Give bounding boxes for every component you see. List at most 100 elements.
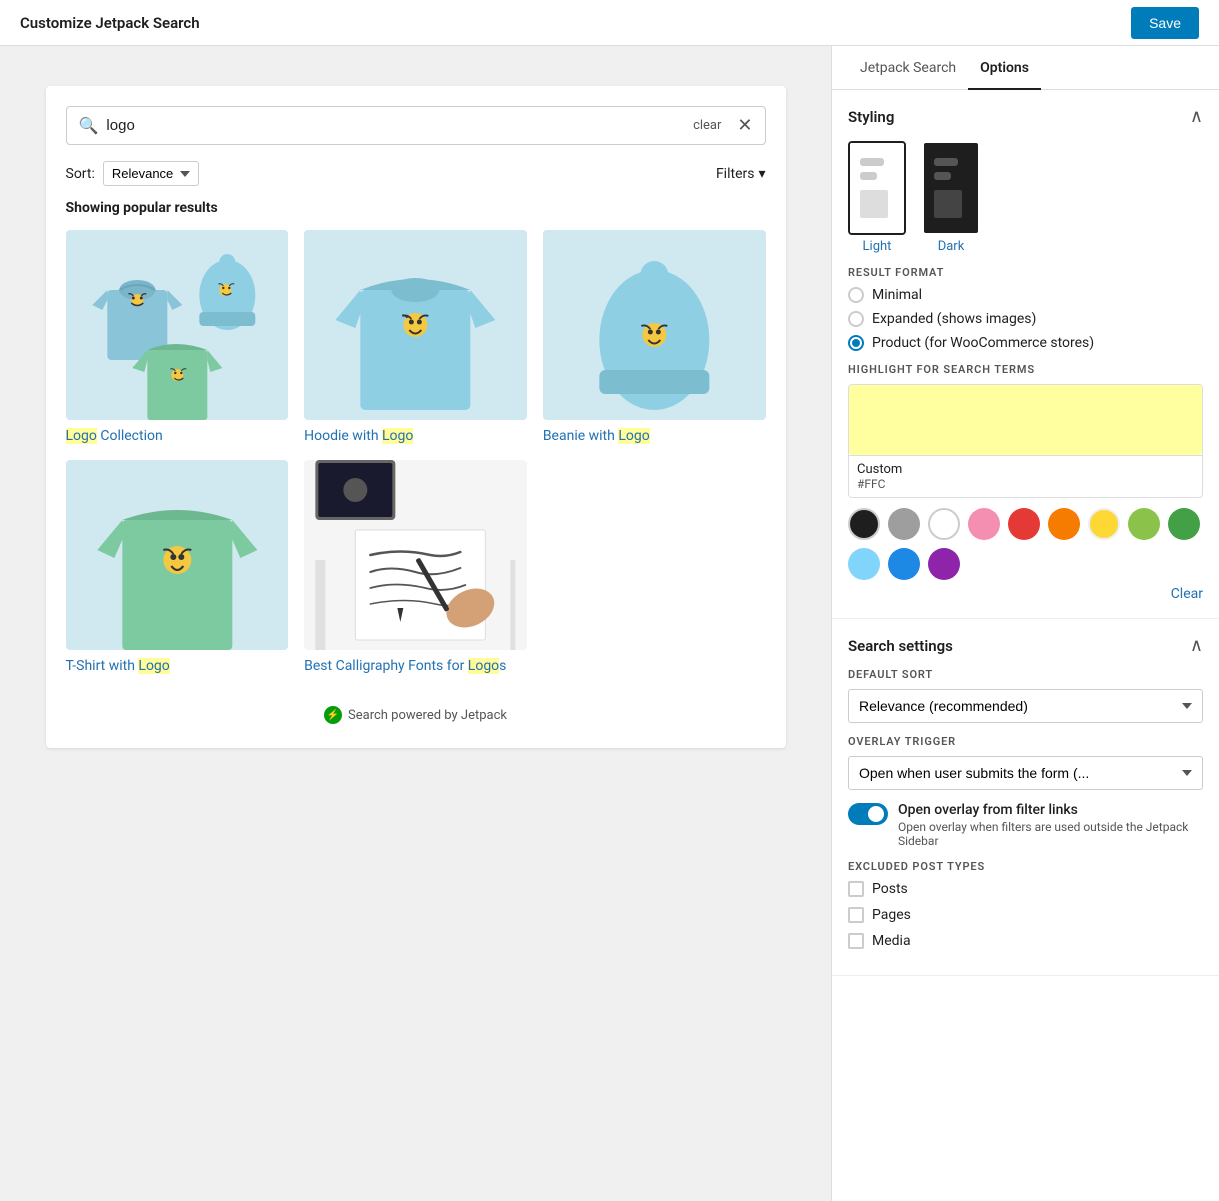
tab-jetpack-search[interactable]: Jetpack Search xyxy=(848,46,968,90)
overlay-trigger-label: OVERLAY TRIGGER xyxy=(848,735,1203,748)
product-title: T-Shirt with Logo xyxy=(66,658,289,674)
search-settings-section: Search settings ∧ DEFAULT SORT Relevance… xyxy=(832,619,1219,976)
toggle-label: Open overlay from filter links xyxy=(898,802,1203,818)
checkbox-media-box xyxy=(848,933,864,949)
product-image xyxy=(66,460,289,650)
checkbox-pages[interactable]: Pages xyxy=(848,907,1203,923)
product-card[interactable]: Logo Collection xyxy=(66,230,289,444)
default-sort-select[interactable]: Relevance (recommended) Newest Oldest xyxy=(848,689,1203,723)
checkbox-media[interactable]: Media xyxy=(848,933,1203,949)
collapse-icon: ∧ xyxy=(1190,106,1203,127)
theme-dark-label[interactable]: Dark xyxy=(922,239,980,254)
product-card[interactable]: Beanie with Logo xyxy=(543,230,766,444)
product-grid: Logo Collection xyxy=(66,230,766,674)
swatch-lightblue[interactable] xyxy=(848,548,880,580)
sort-filters-bar: Sort: Relevance Filters ▾ xyxy=(66,161,766,186)
panel-tabs: Jetpack Search Options xyxy=(832,46,1219,90)
theme-block-image xyxy=(860,190,888,218)
styling-section: Styling ∧ xyxy=(832,90,1219,619)
swatch-yellow[interactable] xyxy=(1088,508,1120,540)
theme-bar xyxy=(860,158,884,166)
theme-bar xyxy=(934,158,958,166)
swatch-purple[interactable] xyxy=(928,548,960,580)
color-swatches xyxy=(848,508,1203,580)
chevron-down-icon: ▾ xyxy=(758,166,765,182)
swatch-red[interactable] xyxy=(1008,508,1040,540)
sort-row: Sort: Relevance xyxy=(66,161,199,186)
checkbox-pages-box xyxy=(848,907,864,923)
theme-dark-preview xyxy=(924,143,978,233)
search-footer: ⚡ Search powered by Jetpack xyxy=(66,690,766,728)
product-image xyxy=(304,230,527,420)
top-bar: Customize Jetpack Search Save xyxy=(0,0,1219,46)
swatch-white[interactable] xyxy=(928,508,960,540)
jetpack-logo-icon: ⚡ xyxy=(324,706,342,724)
search-footer-text: Search powered by Jetpack xyxy=(348,708,507,723)
theme-dark-option: Dark xyxy=(922,141,980,254)
checkbox-posts[interactable]: Posts xyxy=(848,881,1203,897)
overlay-trigger-wrapper: Open when user submits the form (... Ope… xyxy=(848,756,1203,790)
right-panel: Jetpack Search Options Styling ∧ xyxy=(831,46,1219,1201)
showing-popular-label: Showing popular results xyxy=(66,200,766,216)
sort-label: Sort: xyxy=(66,166,95,182)
custom-color-label: Custom #FFC xyxy=(848,456,1203,498)
main-layout: 🔍 clear ✕ Sort: Relevance Filters ▾ Sh xyxy=(0,46,1219,1201)
radio-product[interactable]: Product (for WooCommerce stores) xyxy=(848,335,1203,351)
tab-options[interactable]: Options xyxy=(968,46,1041,90)
product-title: Logo Collection xyxy=(66,428,289,444)
product-card[interactable]: T-Shirt with Logo xyxy=(66,460,289,674)
product-card[interactable]: Best Calligraphy Fonts for Logos xyxy=(304,460,527,674)
swatch-orange[interactable] xyxy=(1048,508,1080,540)
theme-light-thumb[interactable] xyxy=(848,141,906,235)
collapse-icon: ∧ xyxy=(1190,635,1203,656)
filter-links-toggle[interactable] xyxy=(848,803,888,825)
swatch-gray[interactable] xyxy=(888,508,920,540)
filters-button[interactable]: Filters ▾ xyxy=(716,166,766,182)
product-image xyxy=(66,230,289,420)
theme-options: Light xyxy=(848,141,1203,254)
close-search-button[interactable]: ✕ xyxy=(737,115,752,136)
search-settings-title: Search settings xyxy=(848,637,953,655)
swatch-green[interactable] xyxy=(1168,508,1200,540)
search-settings-header[interactable]: Search settings ∧ xyxy=(848,635,1203,656)
product-image xyxy=(304,460,527,650)
theme-block xyxy=(934,190,968,218)
styling-title: Styling xyxy=(848,108,894,126)
clear-color-button[interactable]: Clear xyxy=(848,586,1203,602)
styling-section-header[interactable]: Styling ∧ xyxy=(848,106,1203,127)
overlay-trigger-select[interactable]: Open when user submits the form (... Ope… xyxy=(848,756,1203,790)
search-icon: 🔍 xyxy=(79,116,99,135)
swatch-blue[interactable] xyxy=(888,548,920,580)
search-widget: 🔍 clear ✕ Sort: Relevance Filters ▾ Sh xyxy=(46,86,786,748)
radio-minimal-circle xyxy=(848,287,864,303)
product-image xyxy=(543,230,766,420)
swatch-pink[interactable] xyxy=(968,508,1000,540)
product-title: Best Calligraphy Fonts for Logos xyxy=(304,658,527,674)
toggle-desc: Open overlay when filters are used outsi… xyxy=(898,820,1203,848)
excluded-post-types-label: Excluded post types xyxy=(848,860,1203,873)
page-title: Customize Jetpack Search xyxy=(20,14,200,32)
theme-dark-thumb[interactable] xyxy=(922,141,980,235)
search-input[interactable] xyxy=(106,117,685,134)
swatch-black[interactable] xyxy=(848,508,880,540)
swatch-lime[interactable] xyxy=(1128,508,1160,540)
radio-product-circle xyxy=(848,335,864,351)
sort-select[interactable]: Relevance xyxy=(103,161,199,186)
radio-expanded[interactable]: Expanded (shows images) xyxy=(848,311,1203,327)
radio-minimal[interactable]: Minimal xyxy=(848,287,1203,303)
clear-search-button[interactable]: clear xyxy=(693,118,721,133)
radio-expanded-circle xyxy=(848,311,864,327)
save-button[interactable]: Save xyxy=(1131,7,1199,39)
result-format-label: RESULT FORMAT xyxy=(848,266,1203,279)
theme-bar xyxy=(934,172,951,180)
highlight-color-preview xyxy=(849,385,1202,455)
product-title: Beanie with Logo xyxy=(543,428,766,444)
preview-area: 🔍 clear ✕ Sort: Relevance Filters ▾ Sh xyxy=(0,46,831,1201)
theme-light-label[interactable]: Light xyxy=(848,239,906,254)
default-sort-label: DEFAULT SORT xyxy=(848,668,1203,681)
product-card[interactable]: Hoodie with Logo xyxy=(304,230,527,444)
checkbox-posts-box xyxy=(848,881,864,897)
product-title: Hoodie with Logo xyxy=(304,428,527,444)
theme-light-preview xyxy=(850,143,904,233)
toggle-row: Open overlay from filter links Open over… xyxy=(848,802,1203,848)
